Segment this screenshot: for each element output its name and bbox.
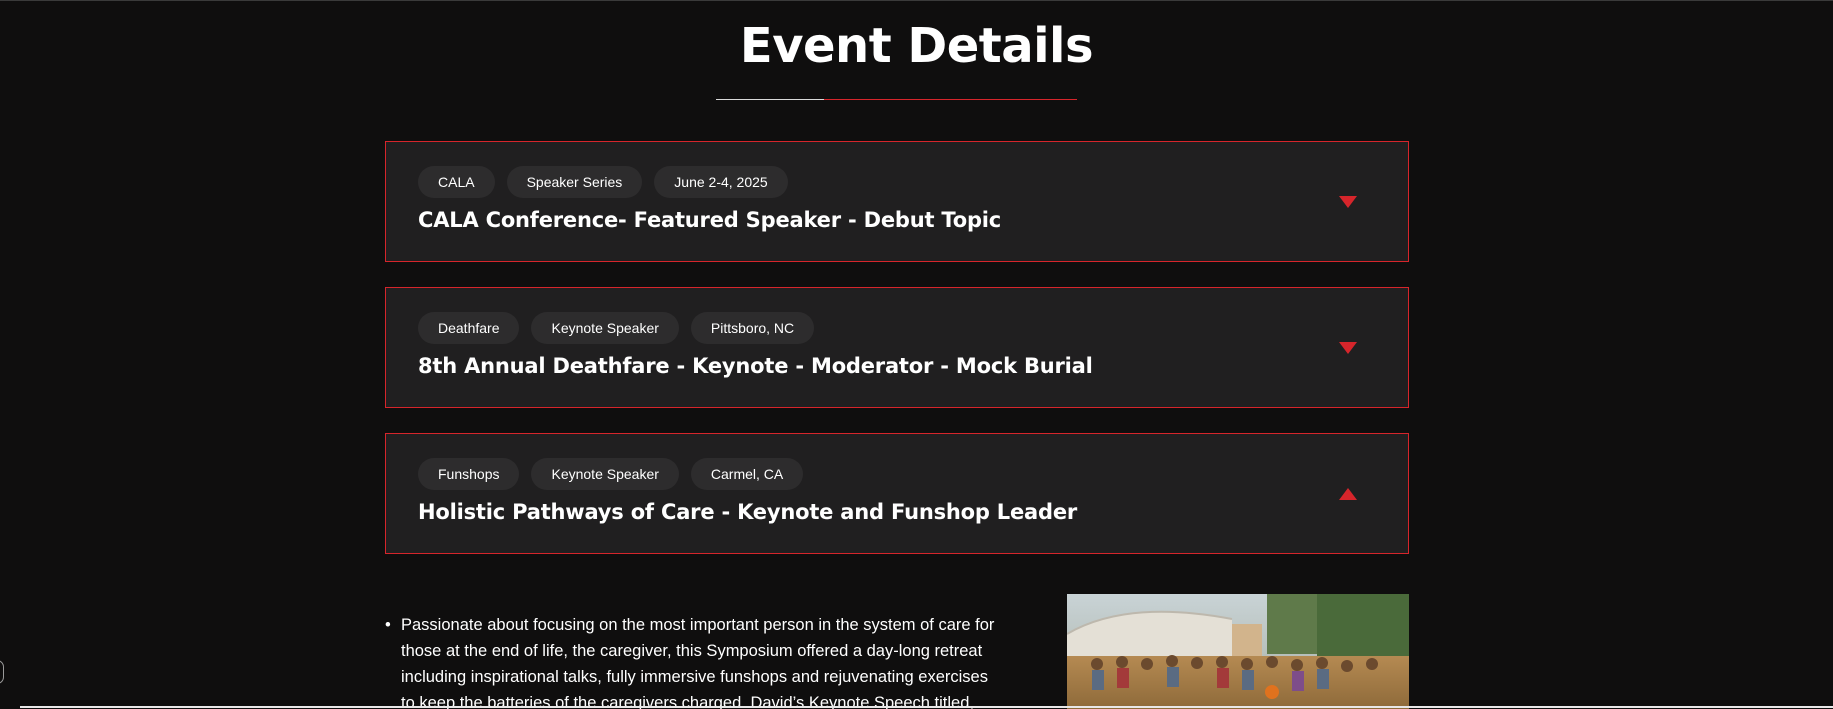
top-border xyxy=(0,0,1833,1)
event-accordion-item[interactable]: Deathfare Keynote Speaker Pittsboro, NC … xyxy=(385,287,1409,408)
event-tag: Funshops xyxy=(418,458,520,490)
event-tags: CALA Speaker Series June 2-4, 2025 xyxy=(418,166,788,198)
event-tag: Keynote Speaker xyxy=(531,312,679,344)
list-item: Passionate about focusing on the most im… xyxy=(385,612,1005,709)
event-details-panel: Passionate about focusing on the most im… xyxy=(385,594,1409,709)
divider-white-segment xyxy=(716,99,824,100)
event-tag: Deathfare xyxy=(418,312,520,344)
event-accordion-item[interactable]: CALA Speaker Series June 2-4, 2025 CALA … xyxy=(385,141,1409,262)
event-tag: CALA xyxy=(418,166,495,198)
event-tag: June 2-4, 2025 xyxy=(654,166,788,198)
caret-down-icon[interactable] xyxy=(1338,340,1358,356)
event-title: Holistic Pathways of Care - Keynote and … xyxy=(418,500,1078,524)
title-divider xyxy=(716,99,1077,101)
caret-down-icon[interactable] xyxy=(1338,194,1358,210)
page: Event Details CALA Speaker Series June 2… xyxy=(0,0,1833,709)
event-tag: Keynote Speaker xyxy=(531,458,679,490)
caret-up-icon[interactable] xyxy=(1338,486,1358,502)
event-photo xyxy=(1067,594,1409,709)
event-tag: Speaker Series xyxy=(506,166,643,198)
event-accordion-item-expanded[interactable]: Funshops Keynote Speaker Carmel, CA Holi… xyxy=(385,433,1409,554)
event-details-list: Passionate about focusing on the most im… xyxy=(385,612,1005,709)
page-title: Event Details xyxy=(739,18,1094,74)
bottom-border xyxy=(20,706,1833,708)
divider-red-segment xyxy=(824,99,1077,100)
event-tag: Pittsboro, NC xyxy=(690,312,815,344)
event-title: CALA Conference- Featured Speaker - Debu… xyxy=(418,208,1002,232)
event-title: 8th Annual Deathfare - Keynote - Moderat… xyxy=(418,354,1093,378)
event-tag: Carmel, CA xyxy=(690,458,804,490)
event-tags: Funshops Keynote Speaker Carmel, CA xyxy=(418,458,804,490)
event-tags: Deathfare Keynote Speaker Pittsboro, NC xyxy=(418,312,815,344)
scroll-widget[interactable] xyxy=(0,660,4,684)
